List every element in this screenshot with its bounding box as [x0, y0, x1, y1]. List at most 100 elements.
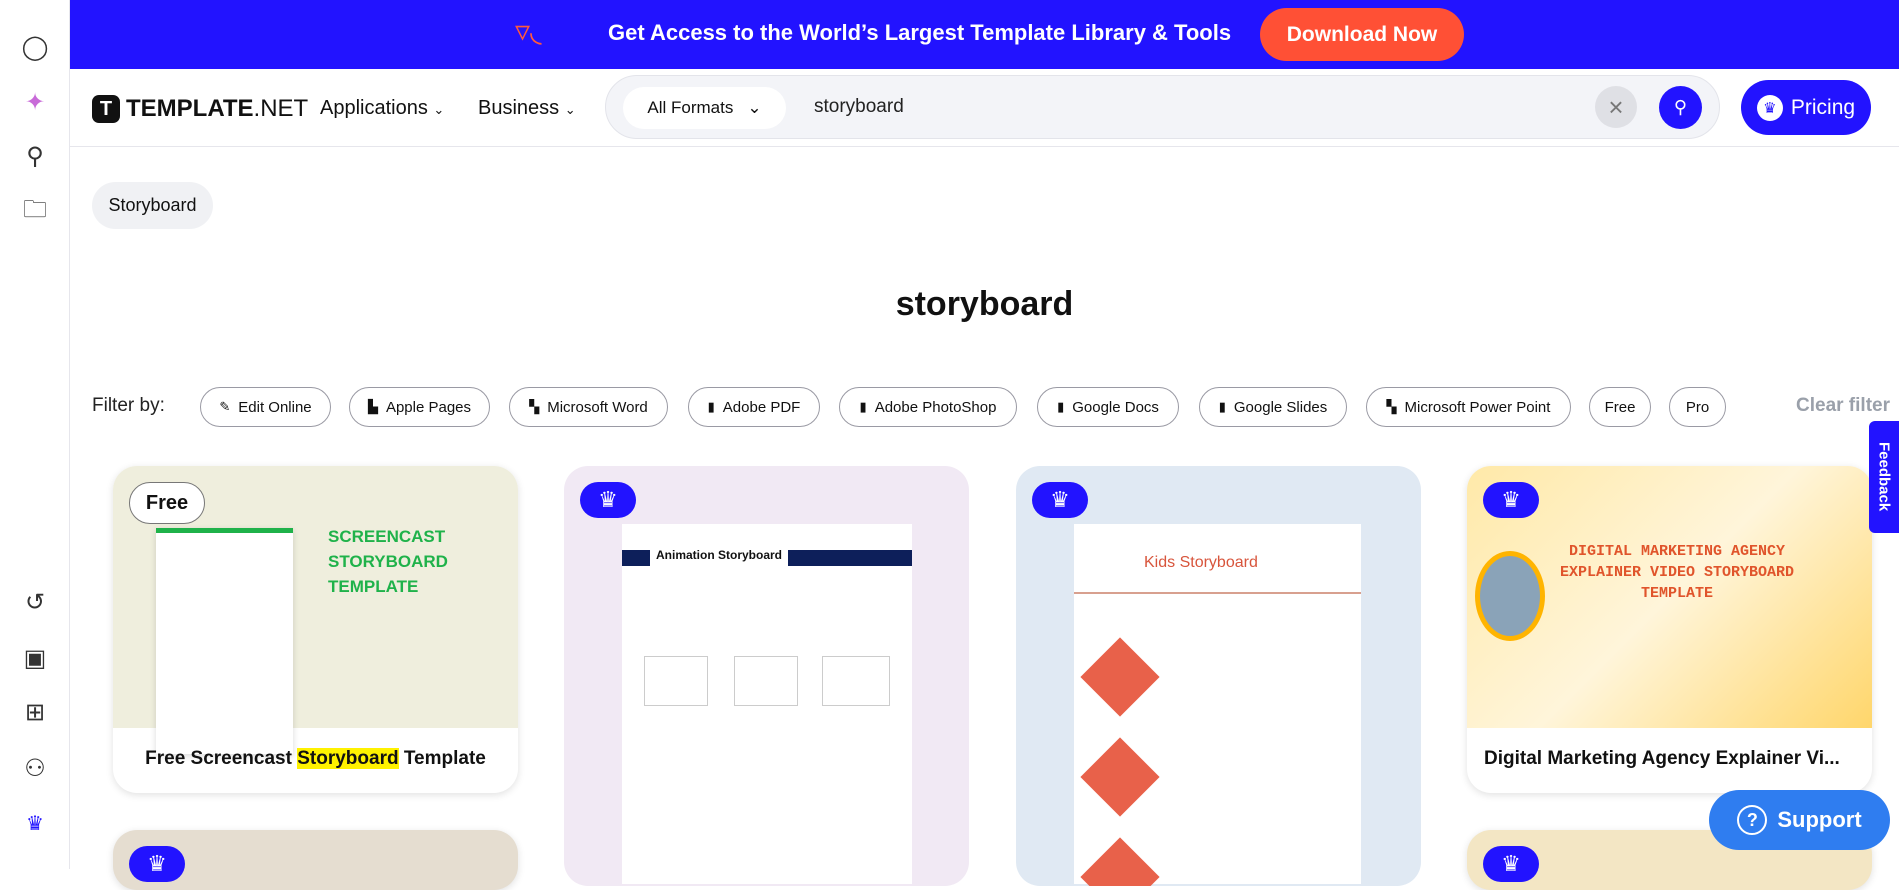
- team-icon[interactable]: ⚇: [17, 750, 53, 786]
- search-button[interactable]: ⚲: [1659, 86, 1702, 129]
- filter-label: Pro: [1685, 398, 1710, 416]
- free-badge: Free: [129, 482, 205, 524]
- layout-icon[interactable]: ⊞: [17, 694, 53, 730]
- apple-pages-icon: ▙: [367, 399, 378, 414]
- filter-label: Adobe PDF: [722, 398, 801, 416]
- filter-label: Microsoft Power Point: [1404, 398, 1551, 416]
- clear-search-button[interactable]: ×: [1595, 86, 1637, 128]
- filter-microsoft-power-point[interactable]: ▚ Microsoft Power Point: [1366, 387, 1571, 427]
- download-now-button[interactable]: Download Now: [1260, 8, 1464, 61]
- filter-adobe-pdf[interactable]: ▮ Adobe PDF: [688, 387, 820, 427]
- nav-applications[interactable]: Applications ⌄: [320, 97, 444, 120]
- clear-filter-link[interactable]: Clear filter: [1796, 395, 1890, 417]
- filter-google-slides[interactable]: ▮ Google Slides: [1199, 387, 1347, 427]
- brand-name: TEMPLATE: [126, 95, 254, 122]
- template-card[interactable]: SCREENCAST STORYBOARD TEMPLATE Free Free…: [113, 466, 518, 793]
- word-icon: ▚: [529, 399, 540, 414]
- preview-heading: SCREENCAST STORYBOARD TEMPLATE: [328, 527, 448, 596]
- card-title: Free Screencast Storyboard Template: [113, 748, 518, 770]
- crown-icon: ♛: [598, 487, 618, 512]
- search-icon[interactable]: ⚲: [17, 138, 53, 174]
- card-preview: Kids Storyboard: [1074, 524, 1361, 886]
- photoshop-icon: ▮: [859, 399, 867, 414]
- filter-label: Adobe PhotoShop: [874, 398, 997, 416]
- crown-icon: ♛: [1050, 487, 1070, 512]
- header: T TEMPLATE .NET Applications ⌄ Business ⌄ …: [70, 69, 1899, 147]
- template-card[interactable]: ♛: [113, 830, 518, 890]
- filter-label: Free: [1604, 398, 1636, 416]
- brand-suffix: .NET: [253, 95, 309, 122]
- breadcrumb-chip[interactable]: Storyboard: [92, 182, 213, 229]
- preview-heading: Animation Storyboard: [650, 544, 789, 566]
- template-card[interactable]: Animation Storyboard ♛: [564, 466, 969, 886]
- filter-adobe-photoshop[interactable]: ▮ Adobe PhotoShop: [839, 387, 1017, 427]
- page-title: storyboard: [895, 285, 1074, 323]
- preview-heading: Kids Storyboard: [1144, 554, 1258, 571]
- support-label: Support: [1777, 807, 1862, 832]
- promo-banner: ▿◟ Get Access to the World’s Largest Tem…: [70, 0, 1899, 69]
- template-card[interactable]: DIGITAL MARKETING AGENCY EXPLAINER VIDEO…: [1467, 466, 1872, 793]
- card-title: Digital Marketing Agency Explainer Vi...: [1484, 748, 1840, 769]
- folder-icon[interactable]: 🗀: [17, 194, 53, 230]
- crown-icon: ♛: [1501, 851, 1521, 876]
- history-icon[interactable]: ↺: [17, 584, 53, 620]
- filter-label: Edit Online: [238, 398, 312, 416]
- card-preview: Animation Storyboard: [622, 524, 912, 884]
- help-icon: ?: [1737, 805, 1768, 835]
- crown-icon: ♛: [147, 851, 167, 876]
- title-highlight: Storyboard: [297, 748, 399, 769]
- filter-label: Filter by:: [92, 395, 165, 416]
- powerpoint-icon: ▚: [1386, 399, 1397, 414]
- crown-icon: ♛: [1501, 487, 1521, 512]
- crown-icon: ♛: [1756, 94, 1783, 121]
- card-preview: DIGITAL MARKETING AGENCY EXPLAINER VIDEO…: [1467, 466, 1872, 728]
- profile-card-icon[interactable]: ▣: [17, 640, 53, 676]
- filter-label: Google Docs: [1072, 398, 1159, 416]
- search-input[interactable]: [814, 96, 1414, 118]
- pricing-button[interactable]: ♛ Pricing: [1741, 80, 1871, 135]
- template-card[interactable]: Kids Storyboard ♛: [1016, 466, 1421, 886]
- close-icon: ×: [1608, 91, 1624, 122]
- pro-crown-badge: ♛: [1032, 482, 1088, 518]
- title-text: Free Screencast: [145, 748, 298, 769]
- chevron-down-icon: ⌄: [747, 98, 762, 117]
- card-preview: SCREENCAST STORYBOARD TEMPLATE Free: [113, 466, 518, 754]
- chevron-down-icon: ⌄: [433, 102, 445, 117]
- filter-label: Microsoft Word: [547, 398, 648, 416]
- brand-logo[interactable]: T TEMPLATE .NET: [92, 95, 308, 123]
- filter-free[interactable]: Free: [1589, 387, 1651, 427]
- format-label: All Formats: [647, 98, 734, 117]
- format-select[interactable]: All Formats ⌄: [623, 87, 786, 129]
- banner-logo-icon: ▿◟: [515, 15, 542, 48]
- nav-business[interactable]: Business ⌄: [478, 97, 576, 120]
- preview-heading: DIGITAL MARKETING AGENCY EXPLAINER VIDEO…: [1559, 543, 1795, 602]
- filter-edit-online[interactable]: ✎ Edit Online: [200, 387, 331, 427]
- chevron-down-icon: ⌄: [564, 102, 576, 117]
- pro-crown-badge: ♛: [1483, 482, 1539, 518]
- nav-label: Business: [478, 97, 560, 119]
- google-docs-icon: ▮: [1057, 399, 1065, 414]
- title-text: Template: [398, 748, 486, 769]
- pencil-icon: ✎: [219, 399, 231, 414]
- crown-icon[interactable]: ♛: [17, 805, 53, 841]
- pro-crown-badge: ♛: [580, 482, 636, 518]
- filter-google-docs[interactable]: ▮ Google Docs: [1037, 387, 1179, 427]
- pricing-label: Pricing: [1790, 95, 1856, 119]
- filter-label: Apple Pages: [385, 398, 472, 416]
- banner-text: Get Access to the World’s Largest Templa…: [608, 20, 1232, 45]
- search-icon: ⚲: [1673, 97, 1688, 117]
- filter-pro[interactable]: Pro: [1669, 387, 1726, 427]
- filter-microsoft-word[interactable]: ▚ Microsoft Word: [509, 387, 668, 427]
- feedback-tab[interactable]: Feedback: [1869, 421, 1899, 533]
- nav-label: Applications: [320, 97, 428, 119]
- search-bar: All Formats ⌄ × ⚲: [605, 75, 1720, 139]
- logo-mark-icon: T: [92, 95, 120, 123]
- sidebar: ◯ ✦ ⚲ 🗀 ↺ ▣ ⊞ ⚇ ♛: [0, 0, 70, 869]
- pro-crown-badge: ♛: [129, 846, 185, 882]
- filter-label: Google Slides: [1233, 398, 1328, 416]
- support-button[interactable]: ? Support: [1709, 790, 1890, 850]
- ai-sparkle-icon[interactable]: ✦: [17, 84, 53, 120]
- filter-apple-pages[interactable]: ▙ Apple Pages: [349, 387, 490, 427]
- user-icon[interactable]: ◯: [17, 29, 53, 65]
- pro-crown-badge: ♛: [1483, 846, 1539, 882]
